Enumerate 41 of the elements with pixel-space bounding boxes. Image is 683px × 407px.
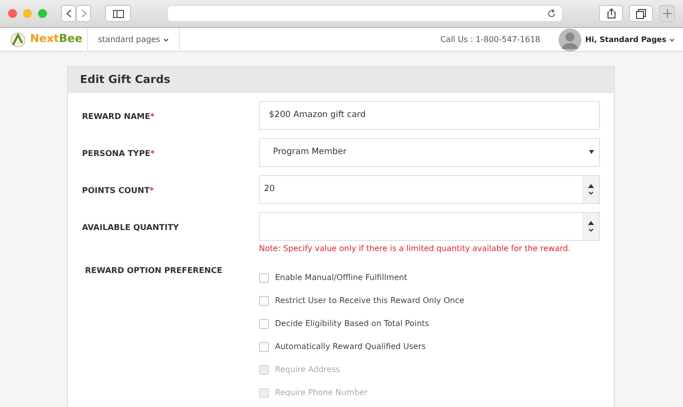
checkbox-label: Require Address: [275, 364, 340, 376]
field-note: Note: Specify value only if there is a limited quantity available for the reward.: [259, 243, 572, 255]
tabs-button[interactable]: [629, 5, 653, 22]
spinner-icon[interactable]: [582, 176, 599, 203]
checkbox[interactable]: [259, 342, 269, 352]
standard-pages-menu[interactable]: standard pages: [88, 28, 180, 52]
checkbox-label: Decide Eligibility Based on Total Points: [275, 318, 430, 330]
checkbox[interactable]: [259, 273, 269, 283]
checkbox-label: Restrict User to Receive this Reward Only Once: [275, 295, 464, 307]
avatar-icon[interactable]: [558, 28, 582, 52]
tabs-icon[interactable]: [636, 8, 646, 18]
input-field[interactable]: $200 Amazon gift card: [259, 101, 600, 130]
share-icon[interactable]: [606, 8, 616, 19]
field-label: REWARD NAME*: [82, 111, 156, 123]
field-label: REWARD OPTION PREFERENCE: [84, 265, 224, 277]
select-field[interactable]: Program Member: [259, 138, 600, 167]
dropdown-arrow-icon[interactable]: [589, 150, 594, 154]
sidebar-icon[interactable]: [112, 10, 124, 18]
logo-icon: [8, 30, 28, 48]
number-field[interactable]: 20: [259, 175, 600, 204]
logo-text: NextBee: [30, 31, 82, 48]
field-label: PERSONA TYPE*: [82, 148, 156, 160]
checkbox[interactable]: [259, 296, 269, 306]
field-label: AVAILABLE QUANTITY: [82, 222, 180, 234]
back-button[interactable]: [61, 5, 76, 22]
checkbox-label: Require Phone Number: [275, 387, 368, 399]
share-button[interactable]: [599, 5, 623, 22]
field-label: POINTS COUNT*: [82, 185, 155, 197]
checkbox-label: Automatically Reward Qualified Users: [275, 341, 426, 353]
chevron-down-icon[interactable]: [669, 38, 675, 42]
new-tab-button[interactable]: [659, 5, 675, 22]
spinner-icon[interactable]: [582, 213, 599, 240]
reload-icon[interactable]: [547, 9, 556, 18]
checkbox-label: Enable Manual/Offline Fulfillment: [275, 272, 408, 284]
number-field[interactable]: [259, 212, 600, 241]
checkbox[interactable]: [259, 319, 269, 329]
sidebar-button[interactable]: [105, 5, 131, 22]
chevron-down-icon[interactable]: [162, 38, 169, 42]
card-title: Edit Gift Cards: [68, 67, 614, 93]
plus-icon[interactable]: [662, 9, 672, 18]
phone-number: Call Us : 1-800-547-1618: [440, 34, 540, 46]
